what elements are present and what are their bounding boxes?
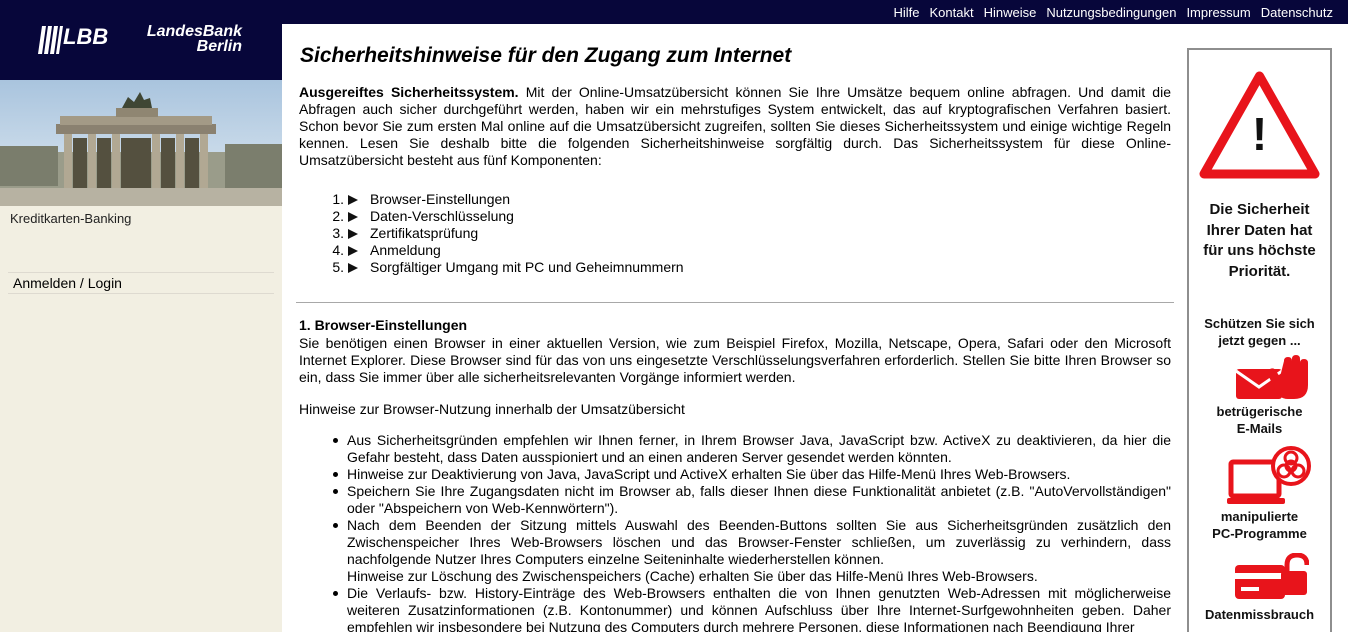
- warning-triangle-icon: !: [1199, 71, 1320, 179]
- protect-callout: Schützen Sie sich jetzt gegen ...: [1189, 315, 1330, 349]
- bullet-item: Hinweise zur Deaktivierung von Java, Jav…: [329, 466, 1171, 483]
- headline-line: für uns höchste: [1203, 242, 1316, 259]
- phishing-email-icon: [1235, 355, 1308, 399]
- browser-hints-list: Aus Sicherheitsgründen empfehlen wir Ihn…: [329, 432, 1171, 632]
- security-banner[interactable]: ! Die Sicherheit Ihrer Daten hat für uns…: [1187, 48, 1332, 632]
- bullet-item: Aus Sicherheitsgründen empfehlen wir Ihn…: [329, 432, 1171, 466]
- threat-line: betrügerische: [1216, 404, 1303, 419]
- headline-line: Die Sicherheit: [1209, 201, 1310, 218]
- headline-line: Ihrer Daten hat: [1206, 221, 1313, 239]
- bullet-text: Aus Sicherheitsgründen empfehlen wir Ihn…: [347, 432, 1171, 465]
- list-number: 5.: [332, 259, 344, 275]
- list-item[interactable]: 1. Browser-Einstellungen: [330, 191, 684, 208]
- top-nav-links: Hilfe Kontakt Hinweise Nutzungsbedingung…: [893, 0, 1333, 24]
- section-heading: 1. Browser-Einstellungen: [299, 317, 468, 333]
- section-divider: [296, 302, 1174, 303]
- arrow-right-icon: [348, 262, 358, 273]
- arrow-right-icon: [348, 194, 358, 205]
- page-title: Sicherheitshinweise für den Zugang zum I…: [300, 44, 792, 67]
- list-item[interactable]: 3. Zertifikatsprüfung: [330, 225, 684, 242]
- protect-line: jetzt gegen ...: [1218, 333, 1301, 348]
- threat-line: E-Mails: [1236, 421, 1283, 436]
- lbb-stripes-icon: [38, 26, 63, 54]
- security-headline: Die Sicherheit Ihrer Daten hat für uns h…: [1189, 200, 1330, 282]
- list-number: 1.: [332, 191, 344, 207]
- bullet-text: Nach dem Beenden der Sitzung mittels Aus…: [347, 517, 1171, 567]
- bank-name: LandesBank Berlin: [140, 23, 242, 55]
- logo-mark-text: LBB: [63, 24, 109, 49]
- card-fraud-icon: [1235, 553, 1309, 599]
- arrow-right-icon: [348, 245, 358, 256]
- threat-line: PC-Programme: [1212, 526, 1307, 541]
- list-item-label: Zertifikatsprüfung: [370, 225, 479, 241]
- warning-glyph: !: [1252, 108, 1267, 160]
- list-item[interactable]: 2. Daten-Verschlüsselung: [330, 208, 684, 225]
- threat-label: manipulierte PC-Programme: [1189, 508, 1330, 542]
- nav-link-hinweise[interactable]: Hinweise: [984, 5, 1037, 20]
- list-number: 3.: [332, 225, 344, 241]
- left-sidebar: LBB LandesBank Berlin Kreditkarten-Banki…: [0, 0, 282, 632]
- list-item-label: Daten-Verschlüsselung: [370, 208, 514, 224]
- login-link[interactable]: Anmelden / Login: [13, 275, 122, 291]
- nav-link-kontakt[interactable]: Kontakt: [929, 5, 973, 20]
- bank-name-line2: Berlin: [196, 38, 242, 55]
- nav-link-impressum[interactable]: Impressum: [1186, 5, 1250, 20]
- nav-section-label: Kreditkarten-Banking: [10, 211, 132, 226]
- intro-lead: Ausgereiftes Sicherheitssystem.: [299, 84, 519, 100]
- protect-line: Schützen Sie sich: [1204, 316, 1315, 331]
- bank-name-line1: LandesBank: [146, 23, 242, 40]
- nav-link-nutzungsbedingungen[interactable]: Nutzungsbedingungen: [1046, 5, 1176, 20]
- bullet-item: Nach dem Beenden der Sitzung mittels Aus…: [329, 517, 1171, 585]
- bullet-text: Hinweise zur Deaktivierung von Java, Jav…: [347, 466, 1071, 482]
- list-item[interactable]: 4. Anmeldung: [330, 242, 684, 259]
- intro-paragraph: Ausgereiftes Sicherheitssystem. Mit der …: [299, 84, 1171, 169]
- bullet-subtext: Hinweise zur Löschung des Zwischenspeich…: [347, 568, 1038, 584]
- list-item[interactable]: 5. Sorgfältiger Umgang mit PC und Geheimn…: [330, 259, 684, 276]
- list-item-label: Sorgfältiger Umgang mit PC und Geheimnum…: [370, 259, 684, 275]
- components-list: 1. Browser-Einstellungen 2. Daten-Verschlü…: [330, 191, 684, 276]
- bullet-item: Die Verlaufs- bzw. History-Einträge des …: [329, 585, 1171, 632]
- threat-line: Datenmissbrauch: [1204, 607, 1315, 622]
- list-number: 4.: [332, 242, 344, 258]
- list-item-label: Anmeldung: [370, 242, 441, 258]
- threat-label: betrügerische E-Mails: [1189, 403, 1330, 437]
- section-paragraph: Sie benötigen einen Browser in einer akt…: [299, 335, 1171, 385]
- main-content: Sicherheitshinweise für den Zugang zum I…: [296, 24, 1176, 632]
- threat-label: Datenmissbrauch: [1189, 606, 1330, 623]
- list-number: 2.: [332, 208, 344, 224]
- arrow-right-icon: [348, 228, 358, 239]
- nav-link-datenschutz[interactable]: Datenschutz: [1261, 5, 1333, 20]
- malware-pc-icon: [1227, 446, 1311, 504]
- nav-divider: [8, 272, 274, 273]
- nav-link-hilfe[interactable]: Hilfe: [893, 5, 919, 20]
- bullet-text: Speichern Sie Ihre Zugangsdaten nicht im…: [347, 483, 1171, 516]
- section-subheading: Hinweise zur Browser-Nutzung innerhalb d…: [299, 401, 685, 417]
- list-item-label: Browser-Einstellungen: [370, 191, 511, 207]
- arrow-right-icon: [348, 211, 358, 222]
- headline-line: Priorität.: [1228, 262, 1291, 280]
- nav-divider: [8, 293, 274, 294]
- brandenburg-gate-image: [0, 80, 282, 206]
- bullet-text: Die Verlaufs- bzw. History-Einträge des …: [347, 585, 1171, 632]
- bullet-item: Speichern Sie Ihre Zugangsdaten nicht im…: [329, 483, 1171, 517]
- threat-line: manipulierte: [1220, 509, 1299, 524]
